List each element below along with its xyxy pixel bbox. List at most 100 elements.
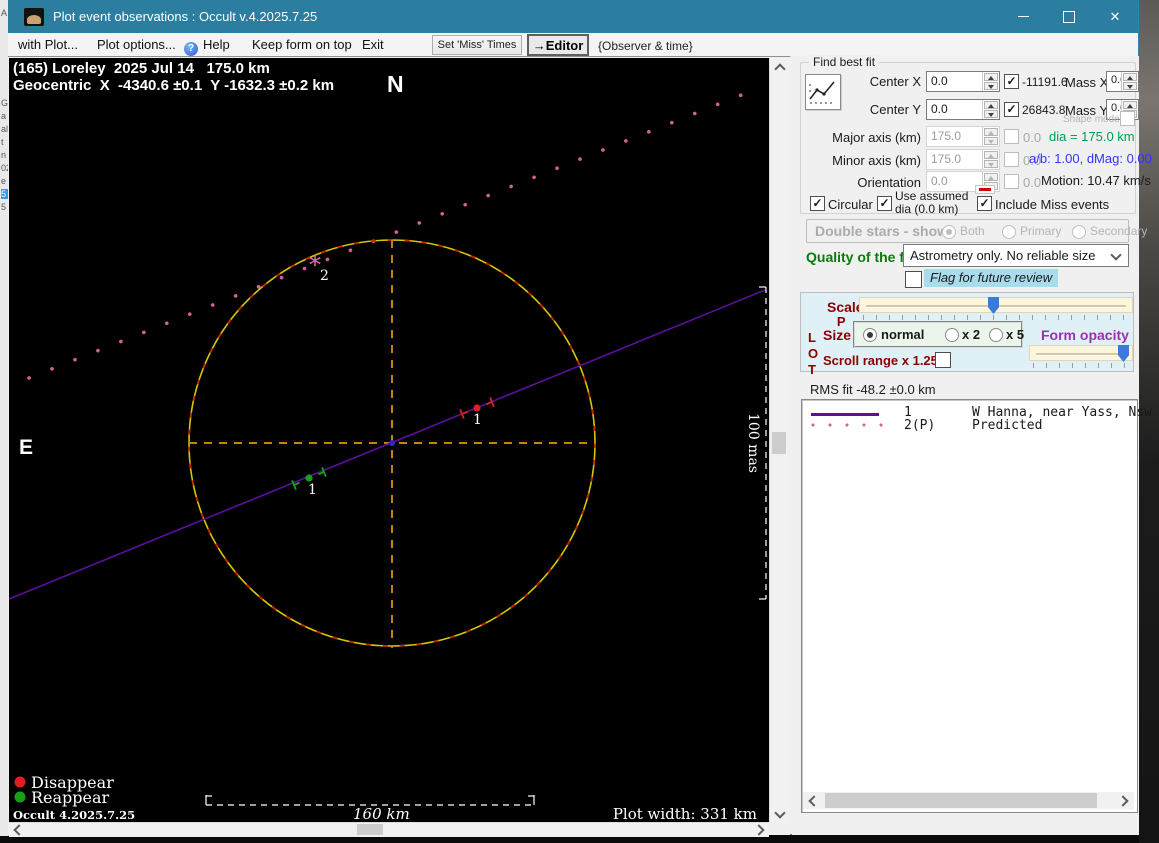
set-miss-times-button[interactable]: Set 'Miss' Times [432,35,522,55]
plot-title-line2: Geocentric X -4340.6 ±0.1 Y -1632.3 ±0.2… [13,77,334,94]
list-scroll-left-icon[interactable] [808,795,820,807]
scroll-up-icon[interactable] [774,63,786,75]
chord1-label: 1 [473,412,482,428]
y-offset-checkbox[interactable]: ✓ [1004,102,1019,117]
title-bar: Plot event observations : Occult v.4.202… [8,0,1138,33]
station2-num: 2(P) [904,418,936,433]
chord1-label-2: 1 [308,482,317,498]
opacity-slider-ticks [1033,363,1131,368]
list-scroll-thumb[interactable] [825,793,1097,808]
east-label: E [19,436,33,459]
find-best-fit-title: Find best fit [809,55,880,69]
menu-with-plot[interactable]: with Plot... [18,37,78,52]
circular-label: Circular [828,197,873,212]
version-label: Occult 4.2025.7.25 [13,808,135,822]
maximize-icon [1063,10,1075,23]
mass-x-label: Mass X [1065,75,1109,90]
disappear-legend-dot [14,776,26,788]
shape-model-checkbox [1120,111,1135,126]
app-icon-crescent [27,14,41,24]
scroll-left-icon[interactable] [13,824,25,836]
flag-review-checkbox[interactable] [905,271,922,288]
maximize-button[interactable] [1046,0,1092,33]
plot-horizontal-scrollbar[interactable] [9,822,769,837]
size-label: Size [823,327,852,343]
opacity-slider-thumb[interactable] [1118,345,1129,362]
station-listbox[interactable]: 1 W Hanna, near Yass, Nsw 2(P) Predicted [801,399,1152,813]
reappear-legend-label: Reappear [31,788,110,807]
double-secondary-label: Secondary [1090,224,1148,238]
scale-slider-ticks [863,315,1129,320]
size-x2-label: x 2 [962,327,981,342]
scroll-range-checkbox[interactable] [935,352,951,368]
orientation-label: Orientation [857,175,921,190]
menu-help[interactable]: ? Help [184,37,230,56]
scroll-down-icon[interactable] [774,807,786,819]
list-horizontal-scrollbar[interactable] [803,792,1134,809]
chord2-label: 2 [320,268,329,284]
include-miss-checkbox[interactable]: ✓ [977,196,992,211]
plot-canvas[interactable]: 1 1 * 2 (165) Loreley 2025 Jul 14 175.0 … [8,58,769,823]
double-primary-label: Primary [1020,224,1062,238]
scale-slider[interactable] [859,297,1133,314]
menu-exit[interactable]: Exit [362,37,384,52]
circular-checkbox[interactable]: ✓ [810,196,825,211]
editor-button[interactable]: →Editor [527,34,589,56]
background-text-fragment: G [1,98,9,108]
assumed-circle-swatch-icon [975,185,995,194]
size-x2-radio[interactable] [945,328,959,342]
mas-label: 100 mas [745,413,761,473]
list-scroll-right-icon[interactable] [1117,795,1129,807]
vertical-scroll-thumb[interactable] [772,432,786,454]
dia-readout: dia = 175.0 km [1049,129,1135,144]
close-icon: ✕ [1109,9,1121,24]
center-x-spinner[interactable]: 0.0 [926,71,1000,92]
x-offset-value: -11191.6 [1022,75,1066,89]
ab-readout: a/b: 1.00, dMag: 0.00 [1029,151,1152,166]
observed-chord-line [8,289,766,600]
menu-keep-form-on-top[interactable]: Keep form on top [252,37,352,52]
flag-review-label[interactable]: Flag for future review [924,269,1059,287]
size-x5-radio[interactable] [989,328,1003,342]
orientation-checkbox [1004,174,1019,189]
close-button[interactable]: ✕ [1092,0,1138,33]
orient-cb-value: 0.0 [1023,175,1042,190]
help-icon: ? [184,42,198,56]
size-normal-radio[interactable] [863,328,877,342]
x-offset-checkbox[interactable]: ✓ [1004,74,1019,89]
double-primary-radio [1002,225,1016,239]
fit-graph-button[interactable] [805,74,841,110]
mass-x-spinner[interactable]: 0.0 [1106,71,1139,92]
quality-combobox[interactable]: Astrometry only. No reliable size [903,244,1129,267]
disappear-point [473,404,481,412]
plot-width-label: Plot width: 331 km [613,805,757,822]
background-text-fragment: e [1,176,7,186]
menu-plot-options[interactable]: Plot options... [97,37,176,52]
center-y-label: Center Y [869,102,921,117]
quality-label: Quality of the fit [806,249,913,265]
minimize-button[interactable] [1000,0,1046,33]
double-both-radio [942,225,956,239]
occult-window: Plot event observations : Occult v.4.202… [8,0,1152,837]
double-stars-group: Double stars - show Both Primary Seconda… [806,219,1147,243]
use-assumed-checkbox[interactable]: ✓ [877,196,892,211]
plot-vertical-scrollbar[interactable] [769,58,789,822]
background-text-fragment: 5 [1,202,7,212]
scroll-right-icon[interactable] [753,824,765,836]
find-best-fit-group: Find best fit Center X 0.0 ✓ -11191.6 Ma… [800,55,1152,216]
center-y-spinner[interactable]: 0.0 [926,99,1000,120]
size-radio-group: normal x 2 x 5 [853,321,1024,348]
desktop-background [1139,0,1159,843]
major-axis-checkbox [1004,129,1019,144]
opacity-slider[interactable] [1029,345,1133,362]
graph-icon [809,81,835,104]
major-axis-label: Major axis (km) [832,130,921,145]
background-text-fragment: 02 [1,163,8,173]
chord2-swatch [811,423,883,428]
reappear-legend-dot [14,791,26,803]
horizontal-scroll-thumb[interactable] [357,824,383,835]
observer-time-label: {Observer & time} [598,39,693,53]
rms-fit-label: RMS fit -48.2 ±0.0 km [810,382,936,397]
y-offset-value: 26843.8 [1022,103,1066,117]
scale-slider-thumb[interactable] [988,297,999,314]
